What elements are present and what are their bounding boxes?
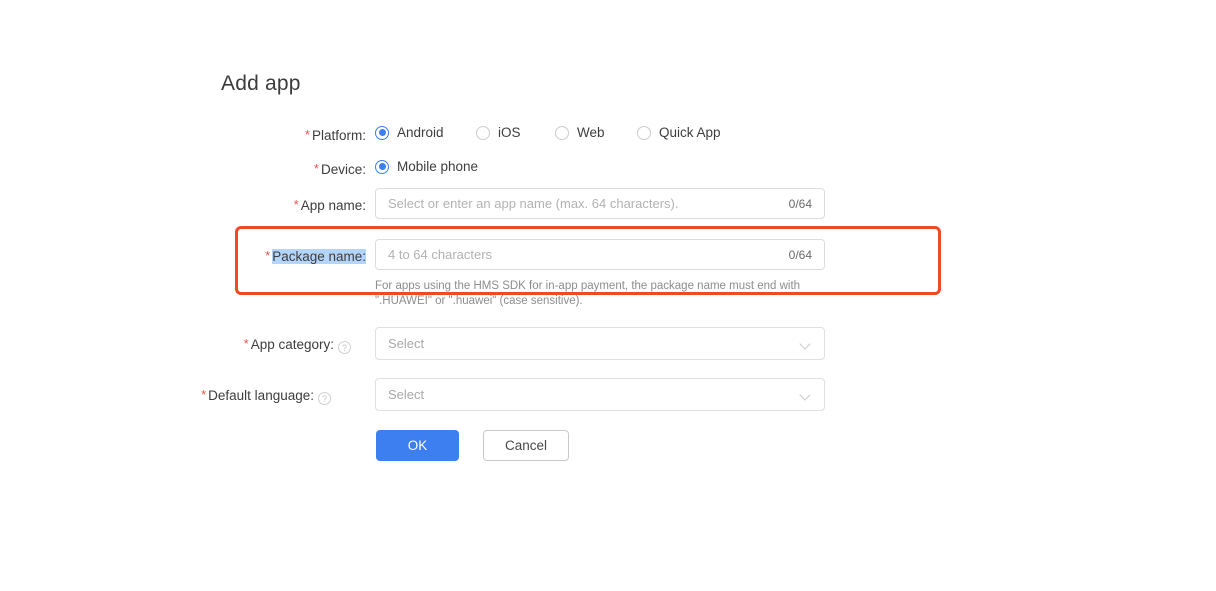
app-category-select[interactable]: Select — [375, 327, 825, 360]
page-title: Add app — [221, 72, 301, 95]
question-circle-icon[interactable]: ? — [318, 392, 331, 405]
radio-icon-ios[interactable] — [476, 125, 490, 140]
default-language-value: Select — [388, 387, 425, 402]
required-asterisk: * — [293, 197, 299, 212]
platform-option-label: Web — [577, 125, 605, 140]
package-name-hint: For apps using the HMS SDK for in-app pa… — [375, 279, 845, 309]
required-asterisk: * — [243, 336, 249, 351]
platform-label: * Platform: — [126, 126, 366, 145]
package-name-label: * Package name: — [126, 247, 366, 266]
platform-radio-android[interactable]: Android — [375, 125, 476, 140]
app-name-placeholder: Select or enter an app name (max. 64 cha… — [388, 196, 679, 211]
package-name-input[interactable]: 4 to 64 characters 0/64 — [375, 239, 825, 270]
radio-icon-web[interactable] — [555, 125, 569, 140]
app-category-label: * App category:? — [111, 335, 351, 354]
device-radio-mobile-phone[interactable]: Mobile phone — [375, 159, 478, 174]
platform-radio-web[interactable]: Web — [555, 125, 637, 140]
required-asterisk: * — [265, 248, 271, 263]
question-circle-icon[interactable]: ? — [338, 341, 351, 354]
platform-radio-quick-app[interactable]: Quick App — [637, 125, 721, 140]
platform-option-label: Android — [397, 125, 444, 140]
package-name-counter: 0/64 — [788, 247, 812, 262]
required-asterisk: * — [313, 161, 319, 176]
platform-option-label: Quick App — [659, 125, 721, 140]
device-label-text: Device: — [320, 162, 366, 177]
platform-option-label: iOS — [498, 125, 521, 140]
package-name-hint-line-2: ".HUAWEI" or ".huawei" (case sensitive). — [375, 295, 583, 307]
app-category-value: Select — [388, 336, 425, 351]
cancel-button[interactable]: Cancel — [483, 430, 569, 461]
platform-radio-ios[interactable]: iOS — [476, 125, 555, 140]
package-name-label-text: Package name: — [272, 249, 366, 264]
default-language-label-text: Default language: — [208, 388, 314, 403]
app-name-input[interactable]: Select or enter an app name (max. 64 cha… — [375, 188, 825, 219]
required-asterisk: * — [304, 127, 310, 142]
app-name-counter: 0/64 — [788, 196, 812, 211]
app-category-label-text: App category: — [250, 337, 334, 352]
required-asterisk: * — [201, 387, 207, 402]
default-language-label: * Default language:? — [91, 386, 331, 405]
app-name-label: * App name: — [126, 196, 366, 215]
platform-label-text: Platform: — [311, 128, 366, 143]
device-radio-group[interactable]: Mobile phone — [375, 159, 478, 174]
default-language-select[interactable]: Select — [375, 378, 825, 411]
device-option-label: Mobile phone — [397, 159, 479, 174]
chevron-down-icon[interactable] — [800, 338, 812, 350]
ok-button[interactable]: OK — [376, 430, 459, 461]
radio-icon-android[interactable] — [375, 125, 389, 140]
package-name-hint-line-1: For apps using the HMS SDK for in-app pa… — [375, 280, 801, 292]
platform-radio-group[interactable]: Android iOS Web Quick App — [375, 125, 721, 140]
radio-icon-quick-app[interactable] — [637, 125, 651, 140]
chevron-down-icon[interactable] — [800, 389, 812, 401]
package-name-placeholder: 4 to 64 characters — [388, 247, 493, 262]
device-label: * Device: — [126, 160, 366, 179]
radio-icon-mobile-phone[interactable] — [375, 159, 389, 174]
app-name-label-text: App name: — [300, 198, 366, 213]
